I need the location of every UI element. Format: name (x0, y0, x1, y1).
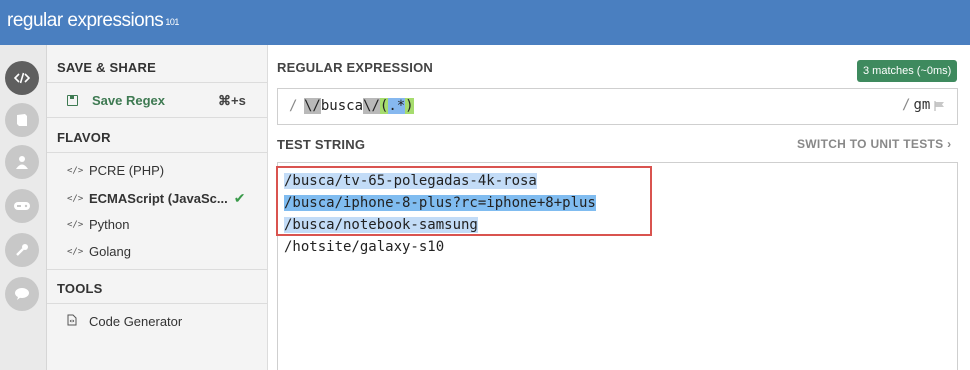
icon-bar (0, 45, 47, 370)
save-regex-button[interactable]: Save Regex (67, 93, 165, 108)
switch-unit-tests-link[interactable]: SWITCH TO UNIT TESTS › (797, 137, 951, 151)
logo-version: 101 (165, 17, 179, 27)
regex-expression[interactable]: \/busca\/(.*) (304, 96, 414, 116)
save-shortcut: ⌘+s (218, 93, 246, 108)
flavor-label: PCRE (PHP) (89, 163, 165, 178)
regex-heading: REGULAR EXPRESSION (277, 60, 434, 75)
save-share-heading: SAVE & SHARE (57, 60, 156, 75)
test-string-heading: TEST STRING (277, 137, 366, 152)
escape-token: \/ (363, 98, 380, 114)
wildcard-token: .* (388, 98, 406, 114)
divider (47, 152, 267, 153)
code-icon: </> (67, 219, 84, 230)
close-delimiter: / (902, 97, 911, 113)
chat-icon[interactable] (5, 277, 39, 311)
flavor-label: ECMAScript (JavaSc... (89, 191, 228, 206)
flavor-heading: FLAVOR (57, 130, 111, 145)
flavor-item-golang[interactable]: </> Golang (67, 244, 131, 259)
divider (47, 117, 267, 118)
regex-flags[interactable]: / gm (902, 97, 930, 113)
flavor-label: Golang (89, 244, 131, 259)
test-line: /hotsite/galaxy-s10 (284, 239, 445, 255)
save-icon (67, 95, 78, 106)
match-badge[interactable]: 3 matches (~0ms) (857, 60, 958, 82)
divider (47, 303, 267, 304)
logo-text: regular expressions (7, 10, 164, 31)
sidebar: SAVE & SHARE Save Regex ⌘+s FLAVOR </> P… (47, 45, 268, 370)
group-close-token: ) (405, 98, 414, 114)
checkmark-icon: ✔ (233, 190, 246, 206)
annotation-box (276, 166, 652, 236)
divider (47, 269, 267, 270)
app-logo[interactable]: regular expressions 101 (7, 9, 179, 34)
flavor-item-python[interactable]: </> Python (67, 217, 129, 232)
code-icon: </> (67, 193, 84, 204)
divider (47, 82, 267, 83)
wrench-icon[interactable] (5, 233, 39, 267)
escape-token: \/ (304, 98, 321, 114)
regex-input[interactable]: / \/busca\/(.*) / gm (277, 88, 958, 125)
main-panel: REGULAR EXPRESSION 3 matches (~0ms) / \/… (276, 45, 970, 370)
open-delimiter: / (289, 98, 298, 114)
code-icon: </> (67, 165, 84, 176)
save-regex-label: Save Regex (92, 93, 165, 108)
flavor-item-ecmascript[interactable]: </> ECMAScript (JavaSc... ✔ (67, 190, 245, 207)
test-string-input[interactable]: /busca/tv-65-polegadas-4k-rosa /busca/ip… (276, 162, 958, 370)
gamepad-icon[interactable] (5, 189, 39, 223)
code-icon[interactable] (5, 61, 39, 95)
flag-icon[interactable] (934, 101, 945, 111)
user-icon[interactable] (5, 145, 39, 179)
flags-text: gm (913, 97, 931, 113)
flavor-item-pcre[interactable]: </> PCRE (PHP) (67, 163, 164, 178)
code-generator-item[interactable]: Code Generator (67, 314, 182, 329)
code-generator-label: Code Generator (89, 314, 183, 329)
literal-token: busca (320, 98, 364, 114)
flavor-label: Python (89, 217, 130, 232)
file-code-icon (67, 314, 89, 329)
library-icon[interactable] (5, 103, 39, 137)
code-icon: </> (67, 246, 84, 257)
tools-heading: TOOLS (57, 281, 103, 296)
top-bar: regular expressions 101 (0, 0, 970, 45)
